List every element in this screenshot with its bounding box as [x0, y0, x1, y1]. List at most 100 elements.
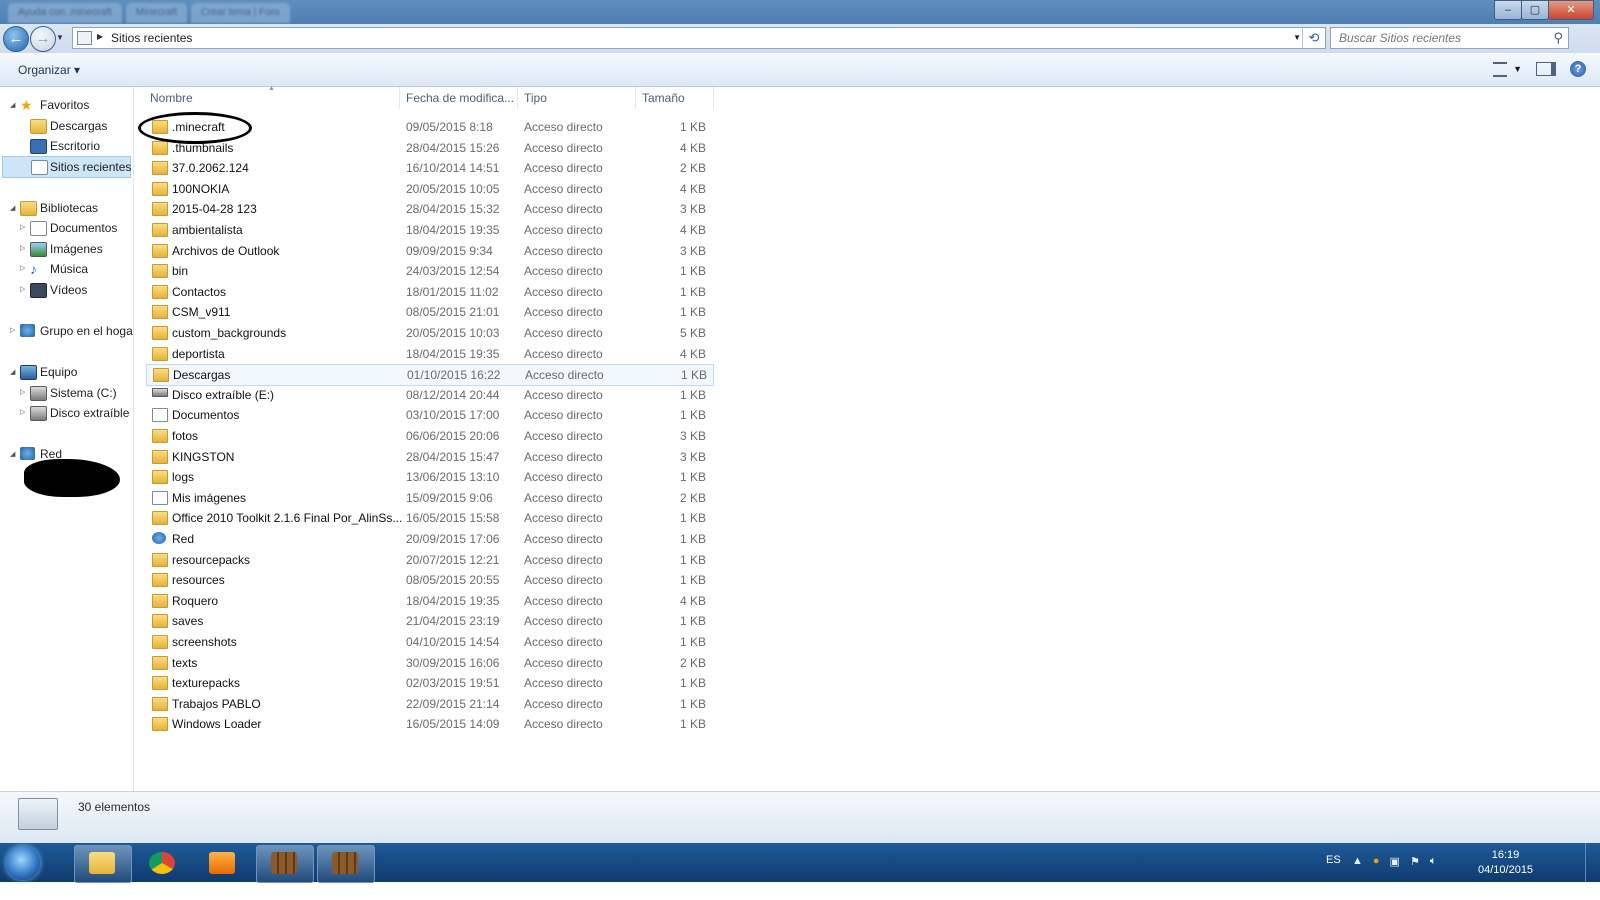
collapse-arrow-icon[interactable]: ▷: [20, 280, 25, 300]
forward-button[interactable]: →: [30, 26, 56, 52]
file-row[interactable]: Trabajos PABLO 22/09/2015 21:14 Acceso dir…: [146, 694, 712, 714]
nav-bibliotecas[interactable]: ◢ Bibliotecas: [0, 198, 133, 218]
collapse-arrow-icon[interactable]: ▷: [20, 218, 25, 238]
removable-drive-icon: [30, 406, 47, 421]
taskbar-explorer-button[interactable]: [74, 845, 132, 883]
file-row[interactable]: saves 21/04/2015 23:19 Acceso directo 1 KB: [146, 611, 712, 631]
nav-imagenes[interactable]: ▷ Imágenes: [0, 239, 133, 259]
file-row[interactable]: resourcepacks 20/07/2015 12:21 Acceso dire…: [146, 550, 712, 570]
clock[interactable]: 16:19 04/10/2015: [1478, 848, 1533, 878]
file-row[interactable]: custom_backgrounds 20/05/2015 10:03 Acceso…: [146, 323, 712, 343]
file-row[interactable]: CSM_v911 08/05/2015 21:01 Acceso directo 1 …: [146, 302, 712, 322]
nav-equipo[interactable]: ◢ Equipo: [0, 362, 133, 382]
avast-icon[interactable]: ●: [1373, 855, 1380, 868]
search-input[interactable]: [1337, 28, 1541, 48]
file-type: Acceso directo: [524, 202, 603, 217]
expand-arrow-icon[interactable]: ◢: [10, 96, 15, 116]
column-divider[interactable]: [713, 87, 714, 109]
start-button[interactable]: [6, 846, 40, 880]
show-hidden-icons-icon[interactable]: ▲: [1352, 855, 1363, 868]
taskbar-minecraft-button[interactable]: [317, 845, 375, 883]
column-divider[interactable]: [635, 87, 636, 109]
taskbar-media-player-button[interactable]: [194, 845, 252, 883]
file-row[interactable]: 2015-04-28 123 28/04/2015 15:32 Acceso dir…: [146, 199, 712, 219]
address-dropdown-icon[interactable]: ▼: [1293, 33, 1301, 42]
nav-favoritos[interactable]: ◢ ★ Favoritos: [0, 95, 133, 115]
volume-icon[interactable]: 🔈︎: [1430, 855, 1437, 868]
column-divider[interactable]: [399, 87, 400, 109]
browser-tab[interactable]: Ayuda con .minecraft: [8, 3, 122, 23]
file-row[interactable]: fotos 06/06/2015 20:06 Acceso directo 3 KB: [146, 426, 712, 446]
breadcrumb-current[interactable]: Sitios recientes: [111, 31, 192, 45]
collapse-arrow-icon[interactable]: ▷: [20, 259, 25, 279]
collapse-arrow-icon[interactable]: ▷: [20, 383, 25, 403]
file-row[interactable]: Red 20/09/2015 17:06 Acceso directo 1 KB: [146, 529, 712, 549]
column-divider[interactable]: [517, 87, 518, 109]
file-row[interactable]: Office 2010 Toolkit 2.1.6 Final Por_Alin…: [146, 508, 712, 528]
address-bar[interactable]: ▶ Sitios recientes ▼ ⟲: [72, 27, 1326, 49]
help-icon[interactable]: ?: [1570, 61, 1586, 77]
close-button[interactable]: ✕: [1548, 0, 1594, 20]
file-row[interactable]: Archivos de Outlook 09/09/2015 9:34 Acceso…: [146, 241, 712, 261]
nav-disco-extraible[interactable]: ▷ Disco extraíble (: [0, 403, 133, 423]
expand-arrow-icon[interactable]: ◢: [10, 445, 15, 465]
file-row[interactable]: Contactos 18/01/2015 11:02 Acceso directo 1…: [146, 282, 712, 302]
column-header-date[interactable]: Fecha de modifica...: [406, 91, 514, 105]
change-view-button[interactable]: ▼: [1493, 61, 1522, 77]
column-header-type[interactable]: Tipo: [524, 91, 547, 105]
nav-descargas[interactable]: Descargas: [0, 116, 133, 136]
breadcrumb-chevron-icon[interactable]: ▶: [97, 32, 103, 41]
file-row[interactable]: bin 24/03/2015 12:54 Acceso directo 1 KB: [146, 261, 712, 281]
nav-musica[interactable]: ▷ ♪ Música: [0, 259, 133, 279]
action-center-flag-icon[interactable]: ⚑: [1410, 855, 1420, 868]
collapse-arrow-icon[interactable]: ▷: [10, 321, 15, 341]
recent-places-large-icon: [18, 798, 58, 830]
nav-documentos[interactable]: ▷ Documentos: [0, 218, 133, 238]
file-row[interactable]: Mis imágenes 15/09/2015 9:06 Acceso direct…: [146, 488, 712, 508]
preview-pane-icon[interactable]: [1536, 62, 1556, 76]
language-indicator[interactable]: ES: [1326, 854, 1341, 866]
refresh-button[interactable]: ⟲: [1302, 28, 1325, 48]
file-row[interactable]: logs 13/06/2015 13:10 Acceso directo 1 KB: [146, 467, 712, 487]
nav-sistema[interactable]: ▷ Sistema (C:): [0, 383, 133, 403]
network-tray-icon[interactable]: ▣: [1390, 855, 1400, 868]
nav-escritorio[interactable]: Escritorio: [0, 136, 133, 156]
browser-tab[interactable]: Crear tema | Foro: [190, 3, 290, 23]
collapse-arrow-icon[interactable]: ▷: [20, 239, 25, 259]
file-row[interactable]: Descargas 01/10/2015 16:22 Acceso directo 1…: [146, 364, 714, 387]
file-row[interactable]: Windows Loader 16/05/2015 14:09 Acceso dir…: [146, 714, 712, 734]
file-row[interactable]: Documentos 03/10/2015 17:00 Acceso directo…: [146, 405, 712, 425]
nav-sitios-recientes[interactable]: Sitios recientes: [2, 156, 131, 178]
nav-label: Descargas: [50, 119, 108, 133]
browser-tab[interactable]: Minecraft: [125, 3, 187, 23]
file-row[interactable]: texts 30/09/2015 16:06 Acceso directo 2 KB: [146, 653, 712, 673]
collapse-arrow-icon[interactable]: ▷: [20, 403, 25, 423]
file-row[interactable]: 37.0.2062.124 16/10/2014 14:51 Acceso dire…: [146, 158, 712, 178]
file-row[interactable]: Roquero 18/04/2015 19:35 Acceso directo 4 K…: [146, 591, 712, 611]
file-row[interactable]: 100NOKIA 20/05/2015 10:05 Acceso directo 4 …: [146, 179, 712, 199]
file-row[interactable]: resources 08/05/2015 20:55 Acceso directo 1…: [146, 570, 712, 590]
search-icon[interactable]: ⚲: [1553, 30, 1563, 46]
expand-arrow-icon[interactable]: ◢: [10, 199, 15, 219]
minimize-button[interactable]: –: [1494, 0, 1522, 20]
column-header-name[interactable]: Nombre: [150, 91, 193, 105]
file-row[interactable]: .thumbnails 28/04/2015 15:26 Acceso direct…: [146, 138, 712, 158]
file-row[interactable]: texturepacks 02/03/2015 19:51 Acceso direc…: [146, 673, 712, 693]
taskbar-chrome-button[interactable]: [134, 845, 192, 883]
file-row[interactable]: screenshots 04/10/2015 14:54 Acceso direct…: [146, 632, 712, 652]
file-row[interactable]: deportista 18/04/2015 19:35 Acceso directo…: [146, 344, 712, 364]
search-box[interactable]: ⚲: [1330, 27, 1569, 49]
file-row[interactable]: Disco extraíble (E:) 08/12/2014 20:44 Acce…: [146, 385, 712, 405]
taskbar-minecraft-button[interactable]: [256, 845, 314, 883]
maximize-button[interactable]: ▢: [1521, 0, 1549, 20]
recent-pages-dropdown-icon[interactable]: ▼: [56, 33, 64, 42]
column-header-size[interactable]: Tamaño: [642, 91, 685, 105]
show-desktop-button[interactable]: [1585, 843, 1600, 882]
nav-videos[interactable]: ▷ Vídeos: [0, 280, 133, 300]
expand-arrow-icon[interactable]: ◢: [10, 363, 15, 383]
nav-grupo-hogar[interactable]: ▷ Grupo en el hogar: [0, 321, 133, 341]
file-row[interactable]: KINGSTON 28/04/2015 15:47 Acceso directo 3 …: [146, 447, 712, 467]
back-button[interactable]: ←: [3, 26, 29, 52]
file-row[interactable]: ambientalista 18/04/2015 19:35 Acceso dire…: [146, 220, 712, 240]
organize-menu[interactable]: Organizar ▾: [18, 63, 80, 77]
